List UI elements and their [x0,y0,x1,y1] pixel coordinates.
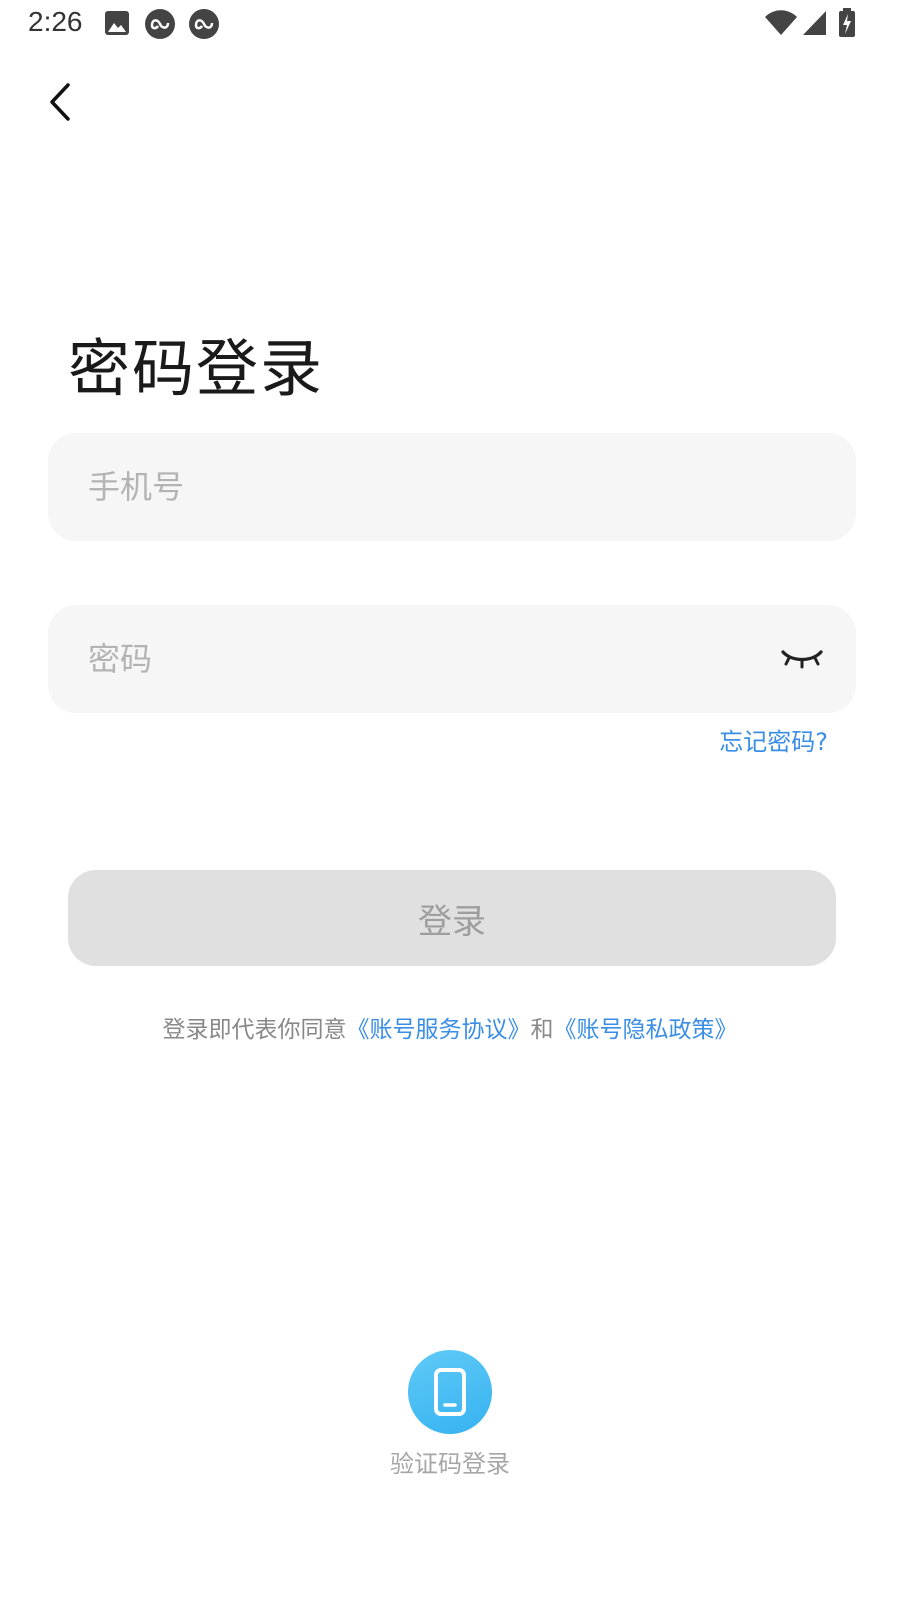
page-title: 密码登录 [68,332,325,405]
agreement-prefix: 登录即代表你同意 [162,1017,347,1043]
status-bar: 2:26 [0,0,900,48]
forgot-password-link[interactable]: 忘记密码? [719,722,828,757]
image-icon [104,8,130,42]
phone-input-container[interactable] [48,433,856,541]
status-time: 2:26 [28,6,83,37]
chevron-left-icon [50,83,70,121]
privacy-policy-link[interactable]: 《账号隐私政策》 [554,1017,738,1043]
back-button[interactable] [36,78,84,126]
wifi-icon [764,8,798,42]
password-input[interactable] [88,605,728,713]
phone-icon [434,1368,466,1416]
phone-input[interactable] [88,433,728,541]
sms-login-icon-circle[interactable] [408,1350,492,1434]
agreement-text: 登录即代表你同意《账号服务协议》和《账号隐私政策》 [0,1010,900,1044]
sms-code-login-button[interactable]: 验证码登录 [390,1350,510,1479]
infinity-icon [144,8,176,44]
password-visibility-toggle[interactable] [778,639,826,679]
infinity-icon [188,8,220,44]
password-input-container[interactable] [48,605,856,713]
eye-closed-icon [781,650,823,669]
service-agreement-link[interactable]: 《账号服务协议》 [347,1017,531,1043]
agreement-conjunction: 和 [530,1017,554,1043]
signal-icon [802,8,828,42]
login-button[interactable]: 登录 [68,870,836,966]
battery-charging-icon [838,8,856,42]
sms-login-label: 验证码登录 [390,1450,510,1478]
